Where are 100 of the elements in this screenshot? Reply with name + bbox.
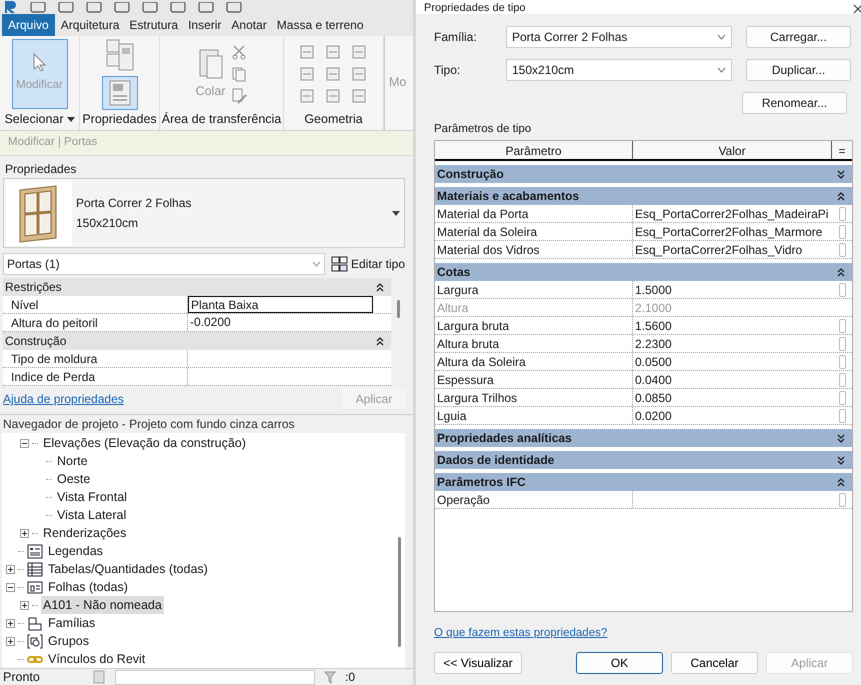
associate-parameter-button[interactable]: [838, 492, 846, 506]
tree-item[interactable]: Elevações (Elevação da construção): [41, 434, 248, 452]
ribbon-tab[interactable]: Estrutura: [125, 14, 182, 36]
tree-item[interactable]: Oeste: [55, 470, 92, 488]
tree-item[interactable]: Grupos: [46, 632, 91, 650]
geometry-tool-icon[interactable]: [298, 44, 316, 60]
parameter-value[interactable]: 0.0850: [633, 389, 832, 406]
scissors-icon[interactable]: [231, 44, 248, 60]
collapse-toggle-icon[interactable]: [6, 582, 15, 592]
ribbon-tab[interactable]: Massa e terreno: [272, 14, 368, 36]
geometry-tool-icon[interactable]: [298, 66, 316, 82]
ribbon-tab[interactable]: Arquitetura: [56, 14, 124, 36]
toolbar-icon[interactable]: [30, 2, 46, 14]
workset-icon[interactable]: [91, 670, 107, 684]
geometry-tool-icon[interactable]: [324, 88, 342, 104]
tree-item[interactable]: A101 - Não nomeada: [41, 596, 164, 614]
associate-parameter-button[interactable]: [838, 354, 846, 368]
associate-parameter-button[interactable]: [838, 224, 846, 238]
toolbar-icon[interactable]: [142, 2, 158, 14]
help-link[interactable]: Ajuda de propriedades: [3, 390, 124, 408]
tree-item[interactable]: Tabelas/Quantidades (todas): [46, 560, 210, 578]
toolbar-icon[interactable]: [170, 2, 186, 14]
parameter-value[interactable]: 1.5000: [633, 281, 832, 298]
tree-item[interactable]: Folhas (todas): [46, 578, 130, 596]
column-header[interactable]: Parâmetro: [435, 141, 633, 159]
dropdown-field[interactable]: Porta Correr 2 Folhas: [506, 26, 732, 48]
parameter-group-header[interactable]: Propriedades analíticas: [435, 429, 852, 447]
geometry-tool-icon[interactable]: [298, 88, 316, 104]
match-properties-icon[interactable]: [231, 88, 248, 104]
ribbon-tab[interactable]: Anotar: [227, 14, 271, 36]
parameter-group-header[interactable]: Construção: [435, 165, 852, 183]
tree-item[interactable]: Legendas: [46, 542, 105, 560]
scrollbar-thumb[interactable]: [398, 537, 400, 647]
associate-parameter-button[interactable]: [838, 390, 846, 404]
dropdown-caret-icon[interactable]: [66, 117, 75, 122]
toolbar-icon[interactable]: [86, 2, 102, 14]
associate-parameter-button[interactable]: [838, 282, 846, 296]
type-properties-button[interactable]: [102, 76, 138, 110]
geometry-tool-icon[interactable]: [350, 66, 368, 82]
tree-item[interactable]: Renderizações: [41, 524, 128, 542]
parameter-group-header[interactable]: Dados de identidade: [435, 451, 852, 469]
associate-parameter-button[interactable]: [838, 242, 846, 256]
parameter-value[interactable]: Esq_PortaCorrer2Folhas_MadeiraPi: [633, 205, 832, 222]
tree-item[interactable]: Norte: [55, 452, 90, 470]
workset-field[interactable]: [115, 670, 315, 684]
associate-parameter-button[interactable]: [838, 408, 846, 422]
property-group-header[interactable]: Restrições: [3, 278, 391, 296]
toolbar-icon[interactable]: [114, 2, 130, 14]
help-link[interactable]: O que fazem estas propriedades?: [434, 624, 608, 642]
tree-item[interactable]: Vista Frontal: [55, 488, 129, 506]
tree-item[interactable]: Vista Lateral: [55, 506, 128, 524]
parameter-group-header[interactable]: Cotas: [435, 263, 852, 281]
category-dropdown[interactable]: Portas (1): [3, 253, 325, 275]
copy-icon[interactable]: [231, 66, 248, 82]
expand-toggle-icon[interactable]: [6, 636, 15, 646]
logo-icon[interactable]: [4, 1, 18, 14]
dropdown-caret-icon[interactable]: [392, 210, 400, 216]
associate-parameter-button[interactable]: [838, 372, 846, 386]
close-icon[interactable]: [853, 4, 861, 14]
parameter-value[interactable]: 0.0400: [633, 371, 832, 388]
dialog-button[interactable]: Carregar...: [746, 26, 851, 48]
toolbar-icon[interactable]: [58, 2, 74, 14]
column-header[interactable]: =: [832, 141, 852, 159]
geometry-tool-icon[interactable]: [324, 44, 342, 60]
dialog-button[interactable]: OK: [576, 652, 663, 674]
dialog-button[interactable]: << Visualizar: [434, 652, 522, 674]
parameter-value[interactable]: Esq_PortaCorrer2Folhas_Vidro: [633, 241, 832, 258]
geometry-tool-icon[interactable]: [350, 44, 368, 60]
dialog-button[interactable]: Cancelar: [671, 652, 758, 674]
parameter-value[interactable]: 2.2300: [633, 335, 832, 352]
dialog-button[interactable]: Renomear...: [742, 92, 847, 114]
associate-parameter-button[interactable]: [838, 318, 846, 332]
property-group-header[interactable]: Construção: [3, 332, 391, 350]
collapse-toggle-icon[interactable]: [20, 438, 29, 448]
parameter-value[interactable]: 0.0200: [633, 407, 832, 424]
associate-parameter-button[interactable]: [838, 336, 846, 350]
parameter-value[interactable]: 0.0500: [633, 353, 832, 370]
filter-icon[interactable]: [323, 670, 337, 684]
geometry-tool-icon[interactable]: [324, 66, 342, 82]
parameter-value[interactable]: Esq_PortaCorrer2Folhas_Marmore: [633, 223, 832, 240]
expand-toggle-icon[interactable]: [6, 618, 15, 628]
dropdown-field[interactable]: 150x210cm: [506, 59, 732, 81]
column-header[interactable]: Valor: [633, 141, 832, 159]
scrollbar-thumb[interactable]: [396, 300, 400, 318]
tree-item[interactable]: Vínculos do Revit: [46, 650, 148, 668]
toolbar-icon[interactable]: [226, 2, 242, 14]
parameter-value[interactable]: 1.5600: [633, 317, 832, 334]
edit-type-button[interactable]: Editar tipo: [330, 255, 405, 273]
ribbon-tab[interactable]: Inserir: [184, 14, 226, 36]
parameter-group-header[interactable]: Materiais e acabamentos: [435, 187, 852, 205]
expand-toggle-icon[interactable]: [20, 600, 29, 610]
parameter-group-header[interactable]: Parâmetros IFC: [435, 473, 852, 491]
associate-parameter-button[interactable]: [838, 206, 846, 220]
tree-item[interactable]: Famílias: [46, 614, 98, 632]
dialog-button[interactable]: Duplicar...: [746, 59, 851, 81]
property-value-field[interactable]: Planta Baixa: [188, 296, 373, 313]
expand-toggle-icon[interactable]: [6, 564, 15, 574]
geometry-tool-icon[interactable]: [350, 88, 368, 104]
ribbon-tab[interactable]: Arquivo: [2, 14, 55, 36]
expand-toggle-icon[interactable]: [20, 528, 29, 538]
